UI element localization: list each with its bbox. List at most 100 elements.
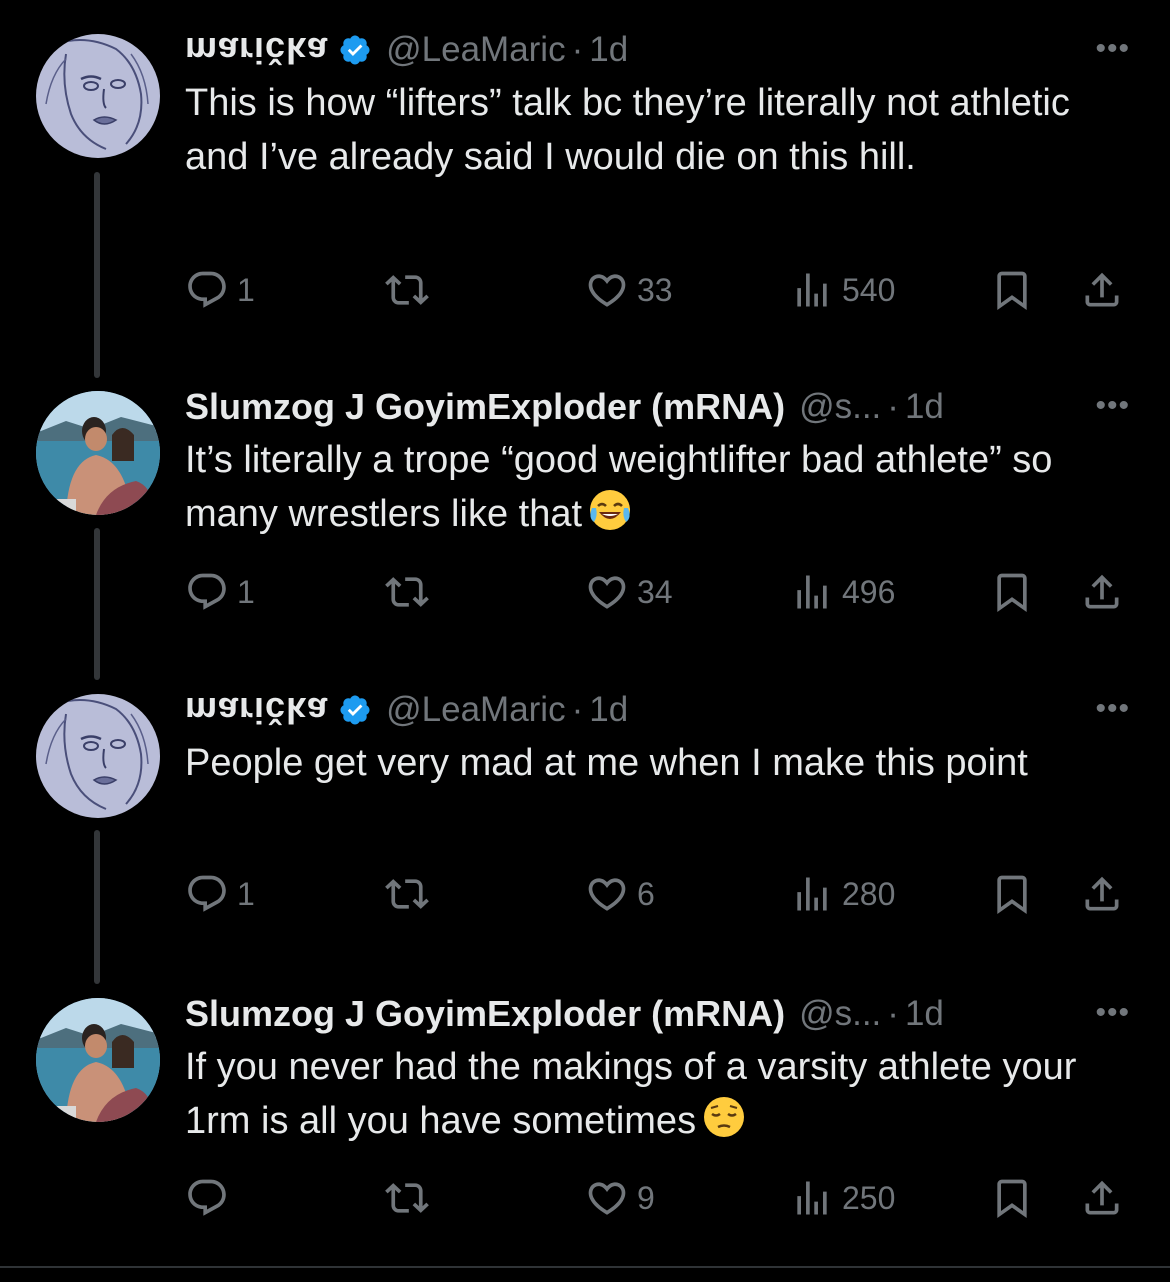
timestamp[interactable]: 1d <box>589 690 628 730</box>
like-count: 34 <box>637 573 673 610</box>
more-options-icon[interactable]: ••• <box>1095 996 1130 1030</box>
share-button[interactable] <box>1080 265 1124 315</box>
share-icon <box>1080 1176 1124 1220</box>
bookmark-icon <box>990 872 1034 916</box>
reply-button[interactable]: 1 <box>185 869 255 919</box>
verified-badge-icon[interactable] <box>338 33 372 67</box>
action-bar: 1 33 540 <box>185 265 1130 315</box>
heart-icon <box>585 872 629 916</box>
pensive-face-icon <box>702 1095 746 1139</box>
tweet-text: If you never had the makings of a varsit… <box>185 1040 1105 1148</box>
view-count: 540 <box>842 271 896 308</box>
more-options-icon[interactable]: ••• <box>1095 389 1130 423</box>
tweet-text-content: If you never had the makings of a varsit… <box>185 1046 1077 1142</box>
bookmark-button[interactable] <box>990 869 1034 919</box>
views-button[interactable]: 496 <box>790 567 895 617</box>
tweet-text: People get very mad at me when I make th… <box>185 742 1028 784</box>
view-count: 496 <box>842 573 896 610</box>
like-button[interactable]: 33 <box>585 265 673 315</box>
retweet-button[interactable] <box>385 567 429 617</box>
reply-icon <box>185 872 229 916</box>
avatar[interactable] <box>36 34 160 158</box>
action-bar: 1 6 280 <box>185 869 1130 919</box>
author-handle[interactable]: @s... <box>799 387 881 427</box>
like-button[interactable]: 34 <box>585 567 673 617</box>
action-bar: 9 250 <box>185 1173 1130 1223</box>
bookmark-button[interactable] <box>990 1173 1034 1223</box>
bookmark-icon <box>990 1176 1034 1220</box>
reply-button[interactable]: 1 <box>185 265 255 315</box>
more-options-icon[interactable]: ••• <box>1095 32 1130 66</box>
analytics-icon <box>790 1176 834 1220</box>
like-count: 33 <box>637 271 673 308</box>
view-count: 250 <box>842 1179 896 1216</box>
heart-icon <box>585 570 629 614</box>
bookmark-button[interactable] <box>990 265 1034 315</box>
bookmark-icon <box>990 570 1034 614</box>
divider <box>0 1266 1170 1268</box>
views-button[interactable]: 280 <box>790 869 895 919</box>
tweet-header: marička @LeaMaric · 1d ••• <box>185 689 1130 731</box>
reply-icon <box>185 268 229 312</box>
bookmark-button[interactable] <box>990 567 1034 617</box>
bookmark-icon <box>990 268 1034 312</box>
author-handle[interactable]: @s... <box>799 994 881 1034</box>
reply-count: 1 <box>237 271 255 308</box>
author-name[interactable]: marička <box>185 29 328 71</box>
more-options-icon[interactable]: ••• <box>1095 692 1130 726</box>
retweet-button[interactable] <box>385 869 429 919</box>
verified-badge-icon[interactable] <box>338 693 372 727</box>
thread-line <box>94 830 100 984</box>
tweet-text: It’s literally a trope “good weightlifte… <box>185 433 1105 541</box>
retweet-icon <box>385 268 429 312</box>
avatar[interactable] <box>36 998 160 1122</box>
reply-button[interactable] <box>185 1173 237 1223</box>
retweet-icon <box>385 570 429 614</box>
view-count: 280 <box>842 875 896 912</box>
action-bar: 1 34 496 <box>185 567 1130 617</box>
separator: · <box>571 690 584 729</box>
views-button[interactable]: 540 <box>790 265 895 315</box>
share-button[interactable] <box>1080 869 1124 919</box>
share-icon <box>1080 872 1124 916</box>
tweet-header: Slumzog J GoyimExploder (mRNA) @s... · 1… <box>185 993 1130 1035</box>
like-count: 9 <box>637 1179 655 1216</box>
heart-icon <box>585 1176 629 1220</box>
retweet-button[interactable] <box>385 1173 429 1223</box>
share-button[interactable] <box>1080 1173 1124 1223</box>
avatar[interactable] <box>36 694 160 818</box>
like-count: 6 <box>637 875 655 912</box>
timestamp[interactable]: 1d <box>905 994 944 1034</box>
author-name[interactable]: Slumzog J GoyimExploder (mRNA) <box>185 386 785 428</box>
avatar[interactable] <box>36 391 160 515</box>
tweet-header: marička @LeaMaric · 1d ••• <box>185 29 1130 71</box>
separator: · <box>887 387 899 426</box>
tweet-text: This is how “lifters” talk bc they’re li… <box>185 82 1070 178</box>
share-button[interactable] <box>1080 567 1124 617</box>
face-with-tears-of-joy-icon <box>588 488 632 532</box>
separator: · <box>571 30 584 69</box>
thread-line <box>94 172 100 378</box>
retweet-icon <box>385 1176 429 1220</box>
author-name[interactable]: Slumzog J GoyimExploder (mRNA) <box>185 993 785 1035</box>
analytics-icon <box>790 872 834 916</box>
share-icon <box>1080 570 1124 614</box>
analytics-icon <box>790 570 834 614</box>
like-button[interactable]: 6 <box>585 869 655 919</box>
retweet-button[interactable] <box>385 265 429 315</box>
retweet-icon <box>385 872 429 916</box>
author-name[interactable]: marička <box>185 689 328 731</box>
author-handle[interactable]: @LeaMaric <box>386 690 565 730</box>
analytics-icon <box>790 268 834 312</box>
separator: · <box>887 994 899 1033</box>
reply-count: 1 <box>237 573 255 610</box>
heart-icon <box>585 268 629 312</box>
author-handle[interactable]: @LeaMaric <box>386 30 565 70</box>
reply-button[interactable]: 1 <box>185 567 255 617</box>
share-icon <box>1080 268 1124 312</box>
like-button[interactable]: 9 <box>585 1173 655 1223</box>
views-button[interactable]: 250 <box>790 1173 895 1223</box>
reply-count: 1 <box>237 875 255 912</box>
timestamp[interactable]: 1d <box>589 30 628 70</box>
timestamp[interactable]: 1d <box>905 387 944 427</box>
